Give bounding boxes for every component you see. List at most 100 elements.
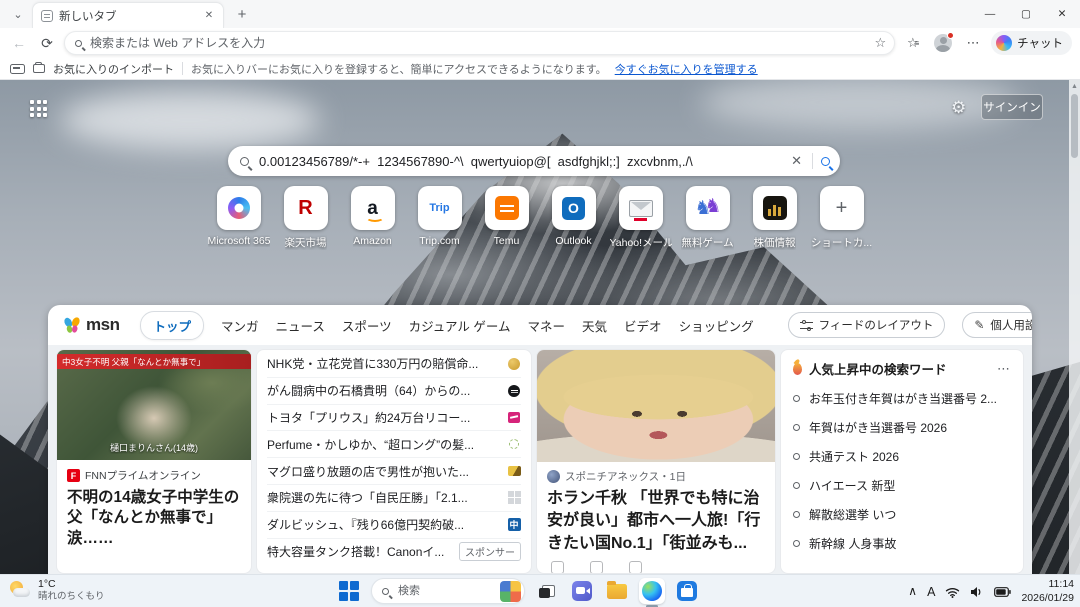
maximize-button[interactable]: ▢ [1008,0,1044,28]
clear-search-icon[interactable]: ✕ [789,153,804,169]
battery-icon[interactable] [994,587,1011,597]
weather-widget[interactable]: 1°C 晴れのちくもり [8,578,105,603]
news-card-photo[interactable]: スポニチアネックス・1日 ホラン千秋 「世界でも特に治安が良い」都市へ一人旅!「… [536,349,776,574]
tab-money[interactable]: マネー [528,316,566,335]
new-tab-button[interactable]: + [230,2,254,26]
news-headline[interactable]: 不明の14歳女子中学生の父「なんとか無事で」涙…… [57,483,251,549]
engagement-row[interactable] [537,555,775,574]
more-options-icon[interactable]: ⋯ [997,361,1011,377]
tab-sports[interactable]: スポーツ [342,316,392,335]
headline-item[interactable]: マグロ盛り放題の店で男性が抱いた... [267,458,521,485]
divider [812,153,813,169]
tab-top[interactable]: トップ [140,311,204,340]
tab-shopping[interactable]: ショッピング [679,316,754,335]
teams-chat-button[interactable] [569,578,595,604]
headline-item[interactable]: 衆院選の先に待つ「自民圧勝」「2.1... [267,485,521,512]
address-input[interactable] [88,35,868,51]
submit-search-icon[interactable] [821,157,830,166]
tab-news[interactable]: ニュース [276,316,325,335]
free-games-icon: ♞♞ [696,196,720,220]
quick-link-microsoft-365[interactable]: Microsoft 365 [207,186,270,250]
headline-item[interactable]: トヨタ「プリウス」約24万台リコー... [267,405,521,432]
page-settings-gear-icon[interactable]: ⚙ [951,98,966,118]
tab-actions-chevron-icon[interactable]: ⌄ [6,3,30,25]
quick-link-free-games[interactable]: ♞♞ 無料ゲーム [676,186,739,250]
personalize-button[interactable]: ✎ 個人用設定 [962,312,1032,338]
quick-link-outlook[interactable]: O Outlook [542,186,605,250]
manage-favorites-link[interactable]: 今すぐお気に入りを管理する [615,61,758,77]
taskbar-search-box[interactable] [371,578,525,604]
quick-link-stock-info[interactable]: 株価情報 [743,186,806,250]
task-view-button[interactable] [534,578,560,604]
address-bar[interactable]: ☆ [64,31,895,55]
app-launcher-icon[interactable] [30,100,47,117]
reload-icon[interactable]: ⟳ [36,32,58,54]
trending-search-item[interactable]: ハイエース 新型 [793,471,1011,500]
windows-taskbar: 1°C 晴れのちくもり ∧ A [0,574,1080,607]
trending-search-item[interactable]: お年玉付き年賀はがき当選番号 2... [793,384,1011,413]
sponsored-headline-item[interactable]: 特大容量タンク搭載！Canonイ... スポンサー [267,539,521,566]
hero-search-input[interactable] [257,153,781,170]
tab-weather[interactable]: 天気 [582,316,607,335]
favorite-star-icon[interactable]: ☆ [874,35,886,51]
trending-search-item[interactable]: 年賀はがき当選番号 2026 [793,413,1011,442]
quick-link-amazon[interactable]: a Amazon [341,186,404,250]
close-button[interactable]: ✕ [1044,0,1080,28]
like-icon[interactable] [551,561,564,574]
trending-search-item[interactable]: 共通テスト 2026 [793,442,1011,471]
favorites-import-button[interactable]: お気に入りのインポート [53,61,174,77]
active-tab[interactable]: 新しいタブ ✕ [32,2,224,28]
weather-sun-cloud-icon [8,578,32,602]
news-card-feature[interactable]: 中3女子不明 父親「なんとか無事で」 樋口まりんさん(14歳) F FNNプライ… [56,349,252,574]
taskbar-search-input[interactable] [396,584,493,598]
quick-link-temu[interactable]: Temu [475,186,538,250]
favorites-bar-toggle-icon[interactable] [10,64,25,74]
quick-link-yahoo-mail[interactable]: Yahoo!メール [609,186,672,250]
headline-item[interactable]: がん闘病中の石橋貴明（64）からの... [267,378,521,405]
headline-item[interactable]: Perfume・かしゆか、“超ロング”の髪... [267,431,521,458]
tab-video[interactable]: ビデオ [624,316,662,335]
microsoft-store-button[interactable] [674,578,700,604]
speaker-icon[interactable] [970,586,984,598]
wifi-icon[interactable] [945,586,960,598]
scroll-up-icon[interactable]: ▲ [1071,83,1078,90]
tab-manga[interactable]: マンガ [221,316,259,335]
copilot-chat-button[interactable]: チャット [991,31,1072,55]
cloud [60,90,320,150]
scrollbar-thumb[interactable] [1071,94,1078,158]
settings-more-icon[interactable]: ⋯ [961,31,985,55]
tab-close-icon[interactable]: ✕ [201,8,217,24]
hero-search-box[interactable]: ✕ [228,146,840,176]
profile-avatar[interactable] [931,31,955,55]
quick-link-rakuten[interactable]: R 楽天市場 [274,186,337,250]
edge-taskbar-button[interactable] [639,578,665,604]
microsoft-365-icon [228,197,250,219]
quick-link-trip-com[interactable]: Trip Trip.com [408,186,471,250]
comment-icon[interactable] [590,561,603,574]
trending-search-item[interactable]: 解散総選挙 いつ [793,500,1011,529]
trending-search-item[interactable]: 新幹線 人身事故 [793,529,1011,558]
ime-indicator[interactable]: A [927,585,935,599]
tab-casual-games[interactable]: カジュアル ゲーム [409,316,511,335]
back-icon[interactable]: ← [8,32,30,54]
page-scrollbar[interactable]: ▲ [1069,80,1080,574]
start-button[interactable] [336,578,362,604]
minimize-button[interactable]: — [972,0,1008,28]
tray-chevron-icon[interactable]: ∧ [908,584,917,598]
file-explorer-button[interactable] [604,578,630,604]
tray-clock[interactable]: 11:14 2026/01/29 [1021,578,1074,605]
signin-button[interactable]: サインイン [981,94,1043,120]
favorites-collections-icon[interactable]: ☆≡ [901,31,925,55]
quick-link-add-shortcut[interactable]: + ショートカ... [810,186,873,250]
share-icon[interactable] [629,561,642,574]
windows-logo-icon [339,581,359,601]
headline-item[interactable]: NHK党・立花党首に330万円の賠償命... [267,351,521,378]
msn-logo[interactable]: msn [62,315,119,335]
feed-layout-button[interactable]: フィードのレイアウト [788,312,946,338]
search-highlight-icon[interactable] [500,581,521,602]
chunichi-logo-icon: 中 [508,518,521,531]
headline-item[interactable]: ダルビッシュ、『残り66億円契約破... 中 [267,512,521,539]
notification-dot [947,32,954,39]
news-thumbnail: 中3女子不明 父親「なんとか無事で」 樋口まりんさん(14歳) [57,350,251,460]
news-headline[interactable]: ホラン千秋 「世界でも特に治安が良い」都市へ一人旅!「行きたい国No.1」「街並… [537,484,775,555]
